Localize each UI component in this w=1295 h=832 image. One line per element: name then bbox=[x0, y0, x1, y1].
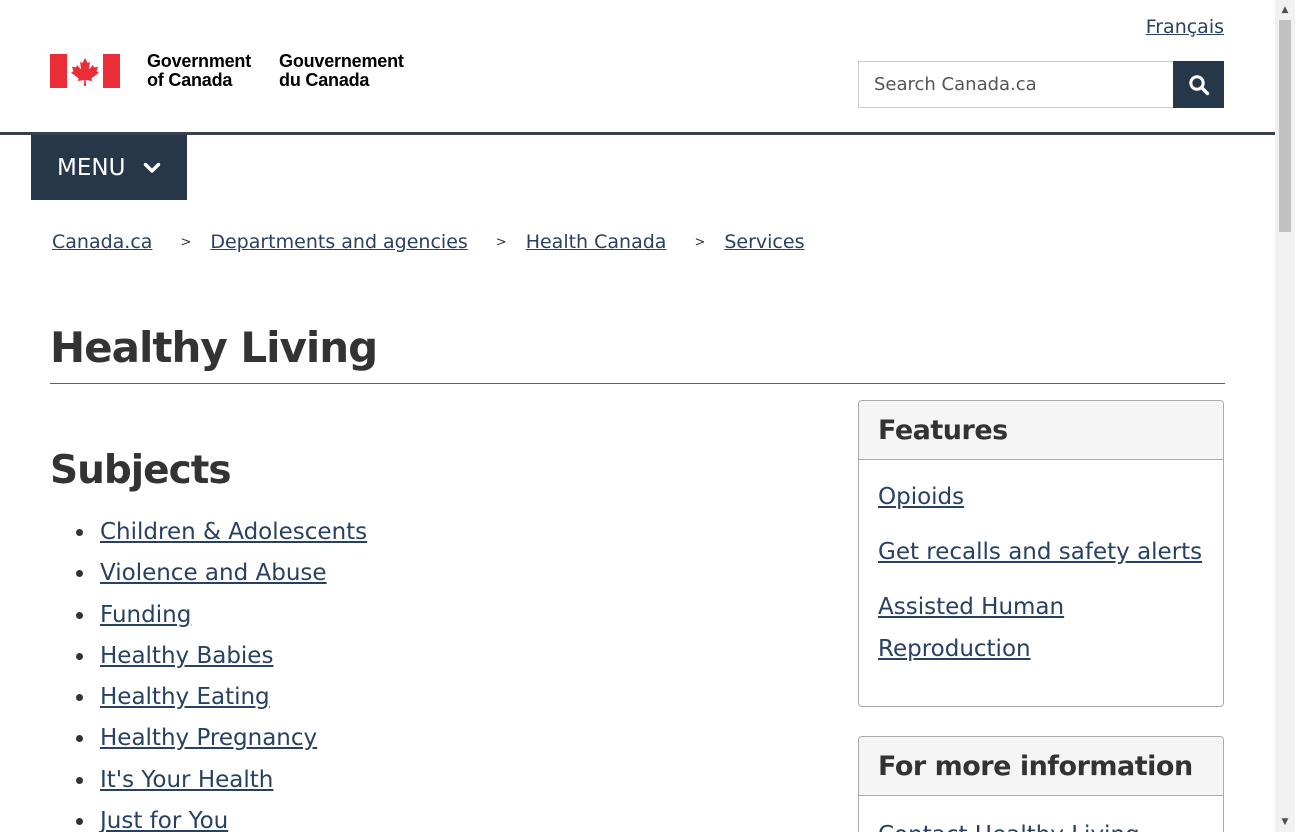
features-panel: Features Opioids Get recalls and safety … bbox=[858, 400, 1224, 707]
list-item: Contact Healthy Living bbox=[878, 814, 1204, 832]
list-item: Just for You bbox=[75, 801, 367, 832]
list-item: Opioids bbox=[878, 476, 1204, 518]
signature-fr-line2: du Canada bbox=[279, 70, 370, 90]
scrollbar-thumb[interactable] bbox=[1279, 20, 1291, 232]
subject-link-its-your-health[interactable]: It's Your Health bbox=[100, 767, 273, 793]
more-info-panel: For more information Contact Healthy Liv… bbox=[858, 736, 1224, 832]
language-toggle-link[interactable]: Français bbox=[1146, 14, 1224, 40]
subject-link-healthy-babies[interactable]: Healthy Babies bbox=[100, 643, 273, 669]
search-input[interactable] bbox=[858, 61, 1173, 108]
signature-french: Gouvernement du Canada bbox=[279, 52, 404, 90]
main-menu-button[interactable]: MENU bbox=[31, 135, 187, 200]
list-item: Assisted Human Reproduction bbox=[878, 586, 1204, 670]
canada-flag-icon bbox=[50, 54, 120, 88]
breadcrumb-services[interactable]: Services bbox=[724, 231, 804, 253]
list-item: It's Your Health bbox=[75, 760, 367, 801]
chevron-down-icon bbox=[143, 162, 161, 174]
subjects-list: Children & Adolescents Violence and Abus… bbox=[75, 512, 367, 832]
signature-english: Government of Canada bbox=[147, 52, 251, 90]
subject-link-healthy-eating[interactable]: Healthy Eating bbox=[100, 684, 270, 710]
scroll-down-arrow-icon[interactable]: ▼ bbox=[1275, 812, 1295, 832]
menu-label: MENU bbox=[57, 154, 126, 181]
features-heading: Features bbox=[859, 401, 1223, 460]
list-item: Healthy Babies bbox=[75, 636, 367, 677]
title-underline bbox=[50, 383, 1225, 384]
breadcrumb-canada-ca[interactable]: Canada.ca bbox=[52, 231, 152, 253]
more-info-heading: For more information bbox=[859, 737, 1223, 796]
header-divider bbox=[0, 132, 1275, 135]
search-icon bbox=[1188, 74, 1209, 95]
list-item: Healthy Eating bbox=[75, 677, 367, 718]
search-button[interactable] bbox=[1173, 61, 1224, 108]
government-signature[interactable]: Government of Canada Gouvernement du Can… bbox=[50, 52, 404, 92]
list-item: Healthy Pregnancy bbox=[75, 718, 367, 759]
page-viewport: Français Government of Canada Gouverneme… bbox=[0, 0, 1275, 832]
page-title: Healthy Living bbox=[50, 323, 378, 372]
breadcrumb-departments-agencies[interactable]: Departments and agencies bbox=[210, 231, 467, 253]
subject-link-healthy-pregnancy[interactable]: Healthy Pregnancy bbox=[100, 725, 317, 751]
list-item: Violence and Abuse bbox=[75, 553, 367, 594]
breadcrumb-health-canada[interactable]: Health Canada bbox=[526, 231, 667, 253]
more-info-link-contact[interactable]: Contact Healthy Living bbox=[878, 822, 1140, 832]
subject-link-funding[interactable]: Funding bbox=[100, 602, 191, 628]
breadcrumb-separator-icon: > bbox=[694, 234, 706, 250]
feature-link-recalls-alerts[interactable]: Get recalls and safety alerts bbox=[878, 539, 1202, 565]
subjects-heading: Subjects bbox=[50, 448, 232, 493]
subject-link-children-adolescents[interactable]: Children & Adolescents bbox=[100, 519, 367, 545]
breadcrumb-separator-icon: > bbox=[180, 234, 192, 250]
breadcrumb: Canada.ca > Departments and agencies > H… bbox=[52, 228, 804, 256]
subject-link-violence-abuse[interactable]: Violence and Abuse bbox=[100, 560, 327, 586]
feature-link-assisted-human-reproduction[interactable]: Assisted Human Reproduction bbox=[878, 594, 1064, 662]
vertical-scrollbar[interactable]: ▲ ▼ bbox=[1275, 0, 1295, 832]
list-item: Funding bbox=[75, 595, 367, 636]
signature-fr-line1: Gouvernement bbox=[279, 51, 404, 71]
breadcrumb-separator-icon: > bbox=[495, 234, 507, 250]
features-list: Opioids Get recalls and safety alerts As… bbox=[859, 460, 1223, 670]
signature-en-line2: of Canada bbox=[147, 70, 233, 90]
list-item: Children & Adolescents bbox=[75, 512, 367, 553]
signature-en-line1: Government bbox=[147, 51, 252, 71]
subject-link-just-for-you[interactable]: Just for You bbox=[100, 808, 228, 832]
scroll-up-arrow-icon[interactable]: ▲ bbox=[1275, 0, 1295, 20]
list-item: Get recalls and safety alerts bbox=[878, 531, 1204, 573]
more-info-list: Contact Healthy Living bbox=[859, 796, 1223, 832]
site-search bbox=[858, 61, 1224, 108]
feature-link-opioids[interactable]: Opioids bbox=[878, 484, 964, 510]
